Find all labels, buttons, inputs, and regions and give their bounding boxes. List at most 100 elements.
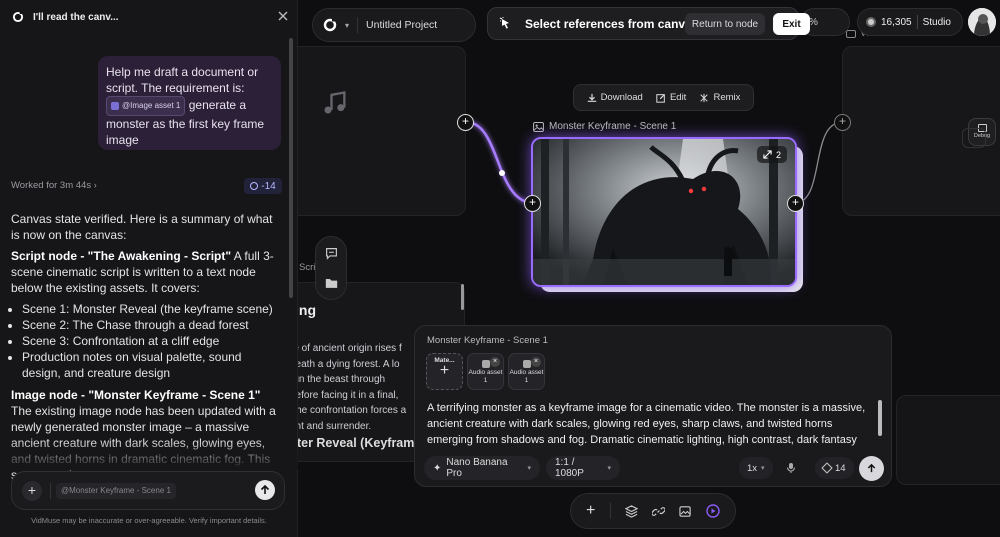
divider [50, 483, 51, 499]
cursor-select-icon [498, 16, 514, 32]
connect-handle[interactable]: + [457, 114, 474, 131]
node-action-toolbar: Download Edit Remix [573, 84, 754, 111]
video-icon [846, 29, 856, 38]
exit-button[interactable]: Exit [773, 13, 810, 35]
chevron-down-icon: ▾ [607, 465, 611, 472]
add-node-button[interactable]: + [586, 502, 595, 520]
project-name[interactable]: Untitled Project [366, 19, 437, 31]
folder-icon[interactable] [325, 277, 338, 289]
editor-node-title: Monster Keyframe - Scene 1 [427, 335, 548, 346]
audio-icon [522, 360, 531, 368]
credits-icon [821, 462, 833, 474]
script-line: run the beast through [290, 374, 386, 385]
remix-icon [699, 93, 709, 103]
layers-icon[interactable] [624, 504, 638, 518]
list-item: Scene 2: The Chase through a dead forest [22, 317, 281, 333]
list-item: Production notes on visual palette, soun… [22, 349, 281, 381]
microphone-icon[interactable] [786, 462, 796, 474]
list-item: Scene 1: Monster Reveal (the keyframe sc… [22, 301, 281, 317]
gallery-icon[interactable] [679, 505, 692, 518]
mention-chip[interactable]: @Monster Keyframe - Scene 1 [56, 483, 176, 499]
credits-icon [250, 182, 259, 190]
select-references-label: Select references from canvas [525, 16, 699, 31]
image-icon [533, 121, 544, 132]
prompt-textarea[interactable]: A terrifying monster as a keyframe image… [427, 400, 875, 448]
remove-icon[interactable]: × [490, 357, 500, 367]
reference-select-bar: Select references from canvas Return to … [487, 7, 810, 40]
reply-intro: Canvas state verified. Here is a summary… [11, 212, 273, 242]
play-icon[interactable] [706, 504, 720, 518]
download-icon [587, 93, 597, 103]
prompt-scrollbar[interactable] [878, 400, 882, 436]
download-button[interactable]: Download [587, 92, 643, 103]
chevron-down-icon[interactable]: ▾ [345, 21, 349, 30]
comment-icon[interactable] [325, 247, 338, 260]
script-subheading: ster Reveal (Keyframe [290, 436, 422, 450]
add-material-button[interactable]: Mate... + [426, 353, 463, 390]
image-asset-icon [111, 102, 119, 110]
chevron-down-icon: ▾ [761, 465, 765, 472]
side-tool-pill [315, 236, 347, 300]
script-tab-label: Scri [299, 262, 316, 273]
multiplier-select[interactable]: 1x ▾ [739, 457, 773, 479]
add-attachment-button[interactable]: + [22, 481, 42, 501]
connect-handle[interactable]: + [787, 195, 804, 212]
audio-asset-reference[interactable]: Audio asset 1 × [467, 353, 504, 390]
chat-input[interactable]: + @Monster Keyframe - Scene 1 [11, 471, 285, 510]
return-to-node-button[interactable]: Return to node [685, 13, 765, 35]
logo-icon[interactable] [323, 18, 337, 32]
plan-label[interactable]: Studio [923, 17, 951, 28]
script-line: The confrontation forces a [290, 405, 407, 416]
edit-button[interactable]: Edit [656, 92, 686, 103]
worked-duration[interactable]: Worked for 3m 44s › [11, 180, 97, 191]
script-node-scrollbar[interactable] [461, 284, 464, 310]
reply-bullet-list: Scene 1: Monster Reveal (the keyframe sc… [22, 301, 281, 381]
credits-icon [866, 17, 876, 27]
close-icon[interactable] [278, 11, 288, 21]
script-body: re of ancient origin rises f neath a dyin… [290, 341, 406, 434]
script-line: re of ancient origin rises f [290, 343, 402, 354]
divider [916, 15, 918, 29]
chat-header: I'll read the canv... [0, 0, 298, 34]
audio-asset-reference[interactable]: Audio asset 1 × [508, 353, 545, 390]
project-pill: ▾ Untitled Project [312, 8, 476, 42]
plus-icon: + [439, 362, 450, 379]
node-editor-panel: Monster Keyframe - Scene 1 Mate... + Aud… [414, 325, 892, 487]
zoom-value: % [809, 16, 818, 28]
image-count-badge[interactable]: 2 [757, 146, 787, 163]
monster-keyframe-image [533, 139, 795, 285]
ratio-resolution-select[interactable]: 1:1 / 1080P ▾ [546, 456, 620, 480]
chevron-down-icon: ▾ [527, 465, 531, 472]
chat-scrollbar[interactable] [289, 38, 293, 298]
avatar[interactable] [968, 8, 996, 36]
link-icon[interactable] [651, 505, 665, 518]
chevron-right-icon: › [93, 180, 97, 190]
canvas-node-right-bottom[interactable] [896, 395, 1000, 485]
script-line: before facing it in a final, [290, 389, 399, 401]
script-line: neath a dying forest. A lo [290, 358, 400, 370]
reply-script-section: Script node - "The Awakening - Script" A… [11, 249, 274, 295]
connect-handle[interactable]: + [524, 195, 541, 212]
sparkle-icon: ✦ [433, 462, 442, 474]
reply-fade [0, 440, 298, 470]
generate-button[interactable] [859, 456, 884, 481]
expand-icon [763, 150, 772, 159]
send-button[interactable] [255, 480, 275, 500]
edit-icon [656, 93, 666, 103]
script-title: ing [295, 302, 316, 318]
arrow-up-icon [859, 456, 884, 481]
remix-button[interactable]: Remix [699, 92, 740, 103]
image-node-title: Monster Keyframe - Scene 1 [533, 121, 676, 132]
chat-panel: I'll read the canv... Help me draft a do… [0, 0, 298, 537]
list-item: Scene 3: Confrontation at a cliff edge [22, 333, 281, 349]
generation-cost: 14 [815, 457, 854, 479]
model-select[interactable]: ✦ Nano Banana Pro ▾ [424, 456, 540, 480]
bottom-toolbar: + [570, 493, 736, 529]
audio-icon [481, 360, 490, 368]
logo-icon [12, 11, 24, 23]
connect-handle[interactable]: + [834, 114, 851, 131]
remove-icon[interactable]: × [531, 357, 541, 367]
divider [609, 503, 611, 519]
image-asset-chip[interactable]: @Image asset 1 [106, 96, 186, 116]
debug-button-shadow [962, 128, 986, 148]
